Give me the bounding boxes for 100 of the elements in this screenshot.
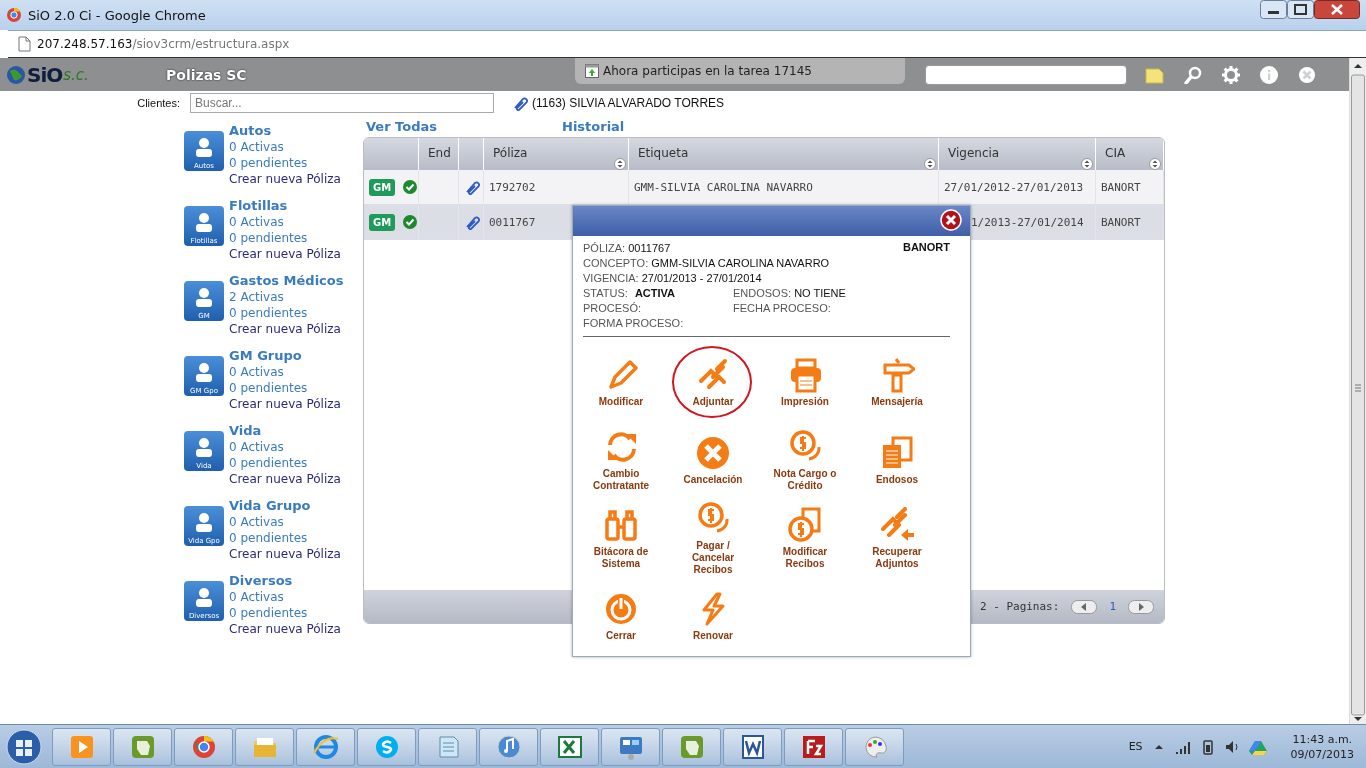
table-cell: 1792702 [489, 180, 536, 194]
pending-count-link[interactable]: 0 pendientes [229, 605, 341, 621]
action-button[interactable]: Modificar [598, 343, 644, 421]
pending-count-link[interactable]: 0 pendientes [229, 380, 341, 396]
active-count-link[interactable]: 0 Activas [229, 364, 341, 380]
settings-icon[interactable] [1222, 65, 1240, 84]
action-button[interactable]: Bitácora de Sistema [584, 499, 658, 577]
action-button[interactable]: Cancelación [683, 421, 743, 499]
create-policy-link[interactable]: Crear nueva Póliza [229, 546, 341, 562]
page-link[interactable]: 1 [1109, 600, 1116, 613]
close-icon[interactable] [1298, 65, 1316, 84]
category-title[interactable]: Gastos Médicos [229, 273, 344, 289]
logo-text: SiO [27, 62, 63, 87]
paperclip-icon[interactable] [464, 214, 480, 230]
active-count-link[interactable]: 0 Activas [229, 514, 341, 530]
clients-label: Clientes: [136, 97, 180, 109]
detail-field: FECHA PROCESO: [733, 301, 831, 316]
create-policy-link[interactable]: Crear nueva Póliza [229, 171, 341, 187]
sort-icon[interactable] [924, 158, 936, 170]
language-indicator[interactable]: ES [1128, 740, 1143, 753]
category-title[interactable]: GM Grupo [229, 348, 341, 364]
notification-text: Ahora participas en la tarea 17145 [603, 64, 812, 78]
action-button[interactable]: Endosos [875, 421, 919, 499]
create-policy-link[interactable]: Crear nueva Póliza [229, 246, 341, 262]
upload-icon [585, 64, 599, 78]
sort-icon[interactable] [1149, 158, 1161, 170]
detail-field: ENDOSOS: NO TIENE [733, 286, 846, 301]
active-count-link[interactable]: 0 Activas [229, 439, 341, 455]
company-name: BANORT [902, 241, 950, 253]
category-title[interactable]: Diversos [229, 573, 341, 589]
column-header[interactable]: End [428, 146, 451, 160]
table-cell: 27/01/2012-27/01/2013 [944, 180, 1084, 194]
cancel-icon [695, 434, 731, 471]
pending-count-link[interactable]: 0 pendientes [229, 455, 341, 471]
battery-icon[interactable] [1200, 738, 1215, 755]
detail-field: CONCEPTO: GMM-SILVIA CAROLINA NAVARRO [583, 256, 830, 271]
column-header[interactable]: Vigencia [948, 146, 1000, 160]
window-title: SiO 2.0 Ci - Google Chrome [28, 7, 206, 23]
pending-count-link[interactable]: 0 pendientes [229, 155, 341, 171]
view-link[interactable]: Historial [562, 118, 625, 134]
next-page-button[interactable] [1128, 599, 1154, 614]
column-header[interactable]: Etiqueta [638, 146, 689, 160]
table-row[interactable]: GM 1792702 GMM-SILVIA CAROLINA NAVARRO 27/01/2012-27/01/2013 BANORT [364, 170, 1164, 205]
sort-icon[interactable] [614, 158, 626, 170]
taskbar-app-button[interactable] [479, 727, 538, 766]
action-button[interactable]: Cambio Contratante [584, 421, 658, 499]
pending-count-link[interactable]: 0 pendientes [229, 305, 344, 321]
active-count-link[interactable]: 0 Activas [229, 589, 341, 605]
active-count-link[interactable]: 0 Activas [229, 139, 341, 155]
paperclip-icon[interactable] [464, 179, 480, 195]
previous-page-button[interactable] [1071, 599, 1098, 614]
action-button[interactable]: Recuperar Adjuntos [860, 499, 934, 577]
address-bar[interactable]: 207.248.57.163/siov3crm/estructura.aspx [37, 37, 290, 51]
view-link[interactable]: Ver Todas [366, 118, 562, 134]
column-header[interactable]: Póliza [493, 146, 528, 160]
action-button[interactable]: Cerrar [603, 577, 639, 655]
action-button[interactable]: Impresión [781, 343, 829, 421]
active-count-link[interactable]: 2 Activas [229, 289, 344, 305]
taskbar-app-button[interactable] [723, 727, 782, 766]
minimize-button[interactable] [1260, 0, 1287, 19]
taskbar-app-button[interactable] [540, 727, 599, 766]
globe-icon [311, 732, 340, 761]
pending-count-link[interactable]: 0 pendientes [229, 230, 341, 246]
taskbar-app-button[interactable] [601, 727, 660, 766]
create-policy-link[interactable]: Crear nueva Póliza [229, 621, 341, 637]
client-search-field[interactable]: Buscar... [190, 93, 494, 113]
action-button[interactable]: Pagar / Cancelar Recibos [676, 499, 750, 577]
sort-icon[interactable] [1081, 158, 1093, 170]
category-title[interactable]: Vida Grupo [229, 498, 341, 514]
table-cell: BANORT [1101, 180, 1141, 194]
app-title: Polizas SC [166, 66, 248, 83]
close-button[interactable] [1314, 0, 1360, 19]
action-button[interactable]: Mensajería [871, 343, 923, 421]
action-button[interactable]: Modificar Recibos [768, 499, 842, 577]
taskbar-app-button[interactable] [784, 727, 843, 766]
chain-link-arrow-icon [879, 506, 915, 543]
active-count-link[interactable]: 0 Activas [229, 214, 341, 230]
table-cell: 0011767 [489, 215, 536, 229]
create-policy-link[interactable]: Crear nueva Póliza [229, 396, 341, 412]
info-icon[interactable] [1260, 65, 1278, 84]
maximize-button[interactable] [1287, 0, 1314, 19]
taskbar-app-button[interactable] [174, 727, 233, 766]
notification-tab[interactable]: Ahora participas en la tarea 17145 [575, 58, 905, 84]
search-field[interactable] [925, 64, 1127, 85]
category-title[interactable]: Vida [229, 423, 341, 439]
note-icon[interactable] [1145, 65, 1164, 84]
category-title[interactable]: Flotillas [229, 198, 341, 214]
create-policy-link[interactable]: Crear nueva Póliza [229, 321, 344, 337]
close-icon[interactable] [940, 209, 962, 231]
search-icon[interactable] [1184, 65, 1202, 84]
clock[interactable]: 11:43 a.m. 09/07/2013 [1290, 731, 1354, 762]
start-button[interactable] [6, 728, 42, 765]
category-title[interactable]: Autos [229, 123, 341, 139]
drive-icon[interactable] [1248, 738, 1267, 755]
action-button[interactable]: Nota Cargo o Crédito [768, 421, 842, 499]
pending-count-link[interactable]: 0 pendientes [229, 530, 341, 546]
action-button[interactable]: Renovar [693, 577, 733, 655]
column-header[interactable]: CIA [1105, 146, 1126, 160]
create-policy-link[interactable]: Crear nueva Póliza [229, 471, 341, 487]
action-button[interactable]: Adjuntar [692, 343, 734, 421]
